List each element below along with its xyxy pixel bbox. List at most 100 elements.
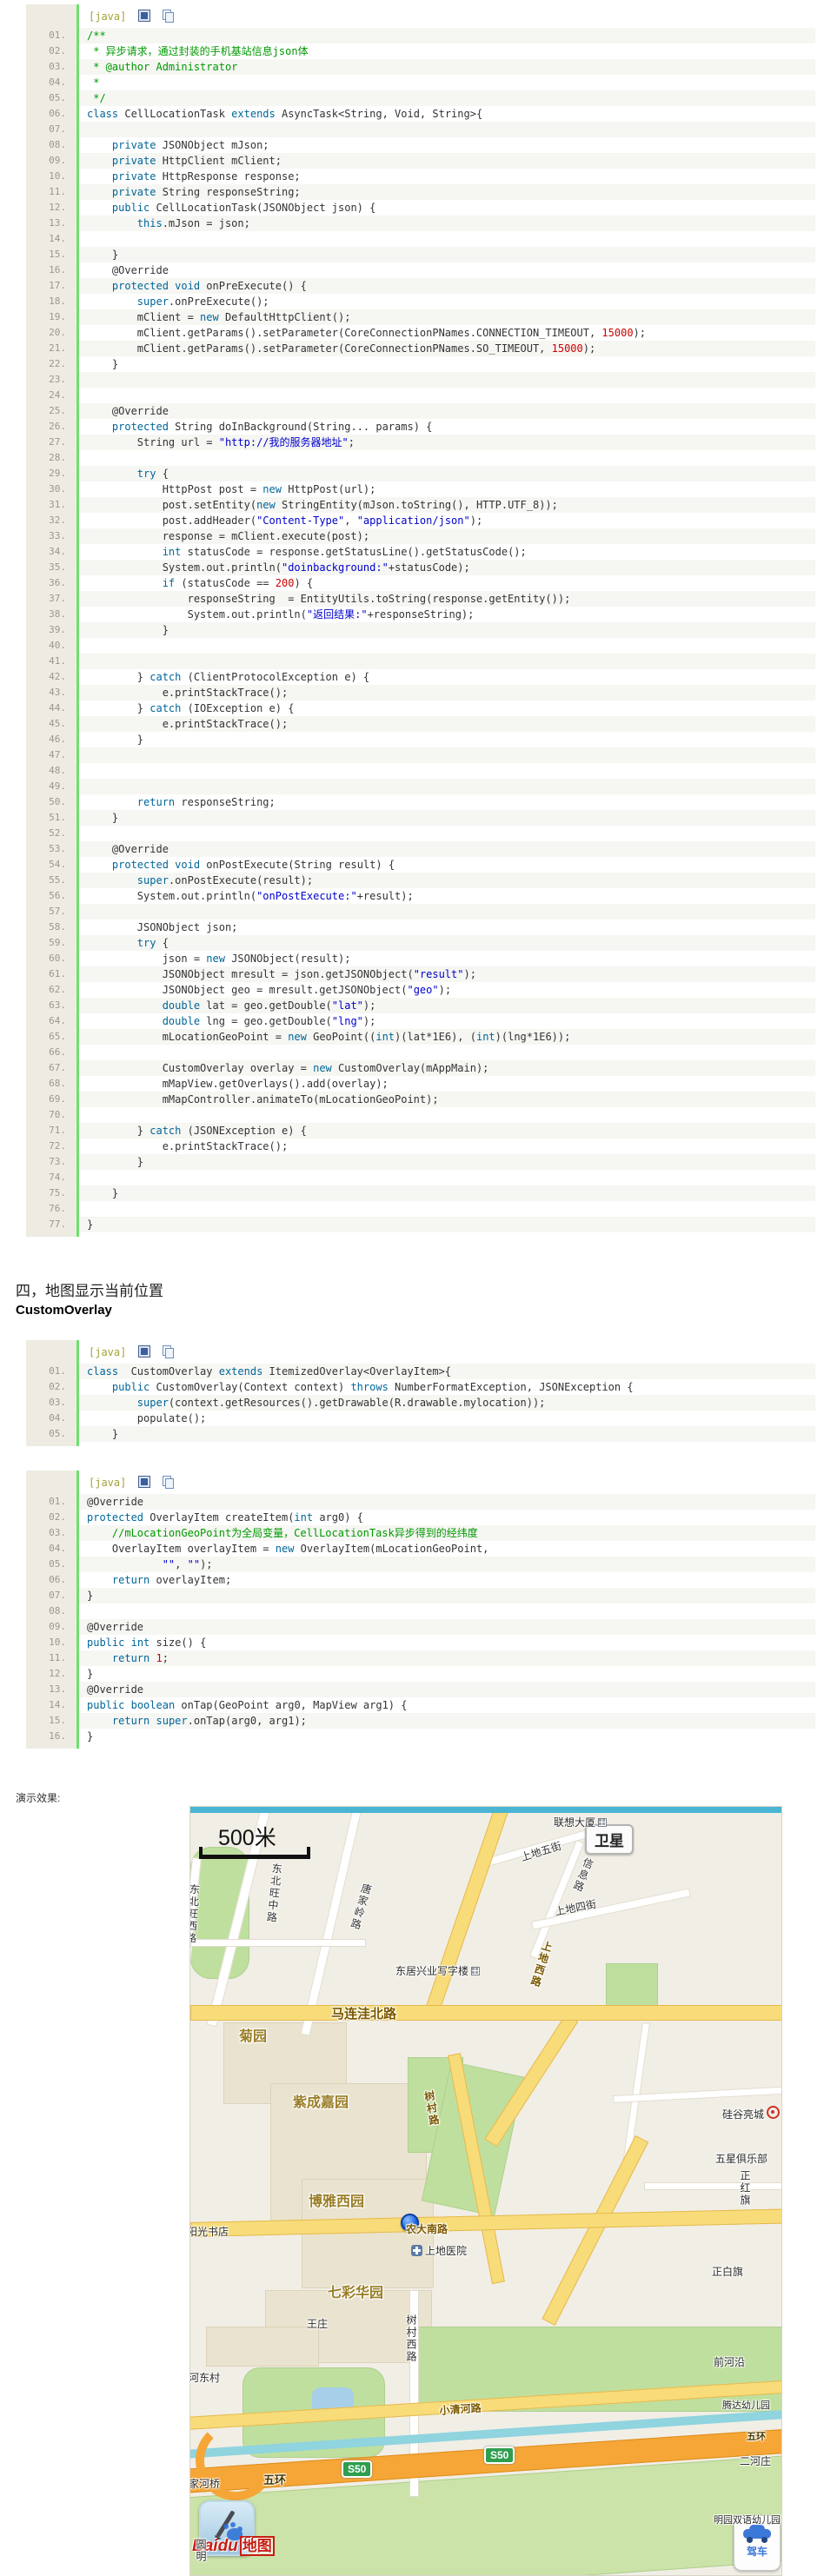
code-header: [java] — [26, 1340, 815, 1364]
code-line: 06. return overlayItem; — [26, 1572, 815, 1588]
code-line: 04. OverlayItem overlayItem = new Overla… — [26, 1541, 815, 1557]
line-code — [79, 122, 815, 137]
line-code: @Override — [79, 841, 815, 857]
code-line: 54. protected void onPostExecute(String … — [26, 857, 815, 873]
line-number: 75. — [26, 1185, 76, 1201]
line-code: } — [79, 1154, 815, 1170]
line-number: 33. — [26, 528, 76, 544]
line-code — [79, 1107, 815, 1123]
copy-icon[interactable] — [163, 1345, 174, 1358]
line-code: } — [79, 1426, 815, 1442]
map-label: 唐家岭路 — [348, 1882, 375, 1933]
code-line: 61. JSONObject mresult = json.getJSONObj… — [26, 966, 815, 982]
line-code: public CustomOverlay(Context context) th… — [79, 1379, 815, 1395]
line-number: 14. — [26, 1697, 76, 1713]
code-line: 72. e.printStackTrace(); — [26, 1139, 815, 1154]
building-icon — [598, 1818, 607, 1827]
map-label-text: 河东村 — [189, 2372, 220, 2384]
line-code: } catch (JSONException e) { — [79, 1123, 815, 1139]
line-number: 12. — [26, 200, 76, 216]
code-line: 15. } — [26, 247, 815, 262]
map-label-text: 腾达幼儿园 — [722, 2400, 770, 2411]
view-source-icon[interactable] — [138, 1345, 150, 1358]
map-label: 紫成嘉园 — [293, 2090, 349, 2111]
line-code — [79, 826, 815, 841]
line-number: 30. — [26, 481, 76, 497]
code-line: 56. System.out.println("onPostExecute:"+… — [26, 888, 815, 904]
line-code: json = new JSONObject(result); — [79, 951, 815, 966]
code-line: 52. — [26, 826, 815, 841]
map-label-text: 二河庄 — [740, 2455, 771, 2467]
line-code — [79, 388, 815, 403]
line-number: 31. — [26, 497, 76, 513]
code-line: 49. — [26, 779, 815, 794]
line-number: 11. — [26, 1650, 76, 1666]
copy-icon[interactable] — [163, 10, 174, 22]
code-line: 53. @Override — [26, 841, 815, 857]
line-number: 02. — [26, 1379, 76, 1395]
map-label-text: 上地医院 — [425, 2245, 467, 2257]
line-number: 76. — [26, 1201, 76, 1217]
line-code: @Override — [79, 1619, 815, 1635]
line-number: 40. — [26, 638, 76, 654]
code-line: 50. return responseString; — [26, 794, 815, 810]
view-source-icon[interactable] — [138, 10, 150, 22]
code-line: 75. } — [26, 1185, 815, 1201]
code-line: 03. * @author Administrator — [26, 59, 815, 75]
line-code: try { — [79, 466, 815, 481]
code-header: [java] — [26, 1471, 815, 1494]
map-screenshot: 500米 卫星 Baidu地图 驾车 联想大厦东北旺中路东北旺西路唐家岭路上地五… — [189, 1806, 782, 2576]
line-number: 36. — [26, 575, 76, 591]
code-line: 41. — [26, 654, 815, 669]
line-code: System.out.println("onPostExecute:"+resu… — [79, 888, 815, 904]
line-number: 16. — [26, 1729, 76, 1744]
line-code — [79, 654, 815, 669]
line-number: 39. — [26, 622, 76, 638]
line-number: 35. — [26, 560, 76, 575]
code-line: 34. int statusCode = response.getStatusL… — [26, 544, 815, 560]
code-line: 15. return super.onTap(arg0, arg1); — [26, 1713, 815, 1729]
line-code — [79, 1045, 815, 1060]
line-number: 69. — [26, 1092, 76, 1107]
line-number: 43. — [26, 685, 76, 700]
line-number: 53. — [26, 841, 76, 857]
line-code: mMapController.animateTo(mLocationGeoPoi… — [79, 1092, 815, 1107]
line-code: System.out.println("返回结果:"+responseStrin… — [79, 607, 815, 622]
line-code: post.setEntity(new StringEntity(mJson.to… — [79, 497, 815, 513]
line-code: } — [79, 247, 815, 262]
code-line: 35. System.out.println("doinbackground:"… — [26, 560, 815, 575]
line-code: HttpPost post = new HttpPost(url); — [79, 481, 815, 497]
line-code — [79, 1603, 815, 1619]
line-number: 67. — [26, 1060, 76, 1076]
line-code: protected String doInBackground(String..… — [79, 419, 815, 435]
line-code: JSONObject mresult = json.getJSONObject(… — [79, 966, 815, 982]
line-code: mMapView.getOverlays().add(overlay); — [79, 1076, 815, 1092]
road-shangdi-west — [422, 1806, 510, 2020]
map-label-text: 农大南路 — [406, 2223, 448, 2235]
scale-bar — [199, 1847, 310, 1859]
map-label: 五环 — [263, 2471, 286, 2487]
code-line: 11. return 1; — [26, 1650, 815, 1666]
view-source-icon[interactable] — [138, 1476, 150, 1488]
map-park — [606, 1963, 658, 2008]
baidu-suffix: 地图 — [240, 2536, 275, 2556]
line-number: 06. — [26, 106, 76, 122]
line-number: 01. — [26, 28, 76, 43]
line-code: @Override — [79, 262, 815, 278]
line-code: String url = "http://我的服务器地址"; — [79, 435, 815, 450]
copy-icon[interactable] — [163, 1476, 174, 1488]
line-number: 48. — [26, 763, 76, 779]
line-number: 24. — [26, 388, 76, 403]
line-number: 01. — [26, 1364, 76, 1379]
line-number: 44. — [26, 700, 76, 716]
code-line: 23. — [26, 372, 815, 388]
code-line: 42. } catch (ClientProtocolException e) … — [26, 669, 815, 685]
line-number: 45. — [26, 716, 76, 732]
section-heading: 四，地图显示当前位置 — [16, 1278, 824, 1300]
line-code: double lng = geo.getDouble("lng"); — [79, 1013, 815, 1029]
line-number: 68. — [26, 1076, 76, 1092]
line-number: 03. — [26, 1525, 76, 1541]
line-number: 49. — [26, 779, 76, 794]
map-label: 小清河路 — [439, 2400, 482, 2418]
line-code: class CellLocationTask extends AsyncTask… — [79, 106, 815, 122]
